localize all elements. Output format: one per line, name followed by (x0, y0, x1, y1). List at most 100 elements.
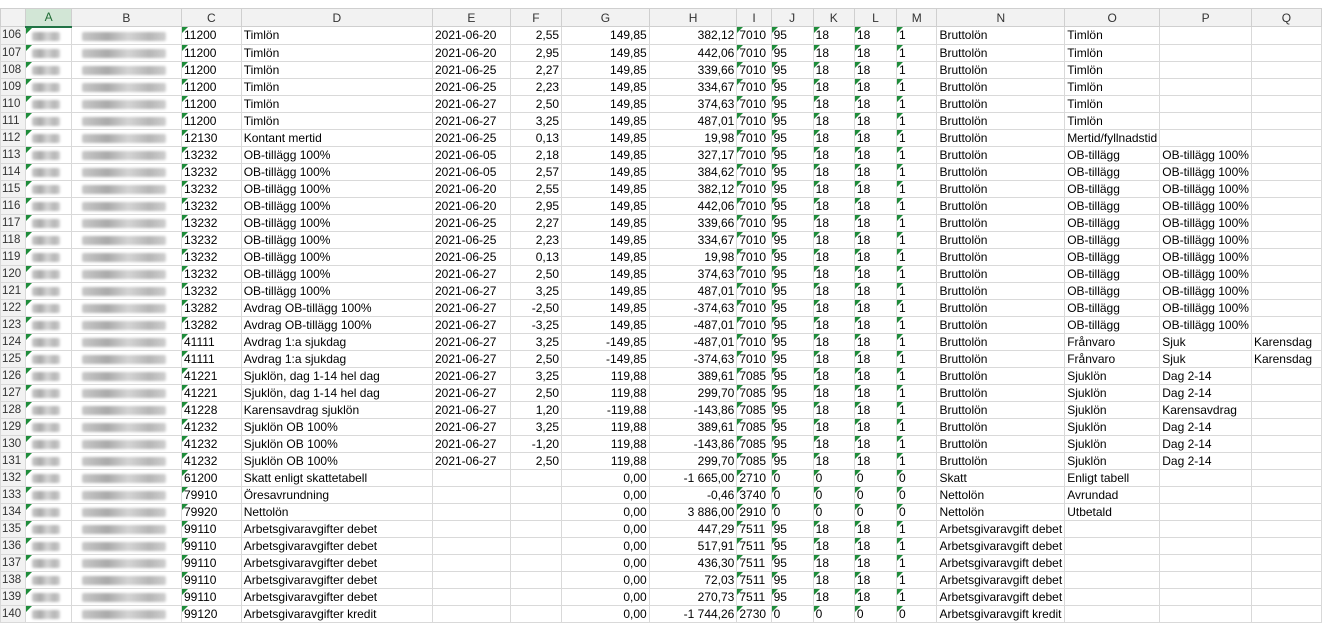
cell-q[interactable] (1250, 315, 1322, 334)
cell-e[interactable]: 2021-06-27 (431, 417, 511, 436)
cell-l[interactable]: 18 (853, 383, 897, 402)
cell-d[interactable]: Avdrag OB-tillägg 100% (240, 298, 433, 317)
row-header[interactable]: 120 (0, 264, 27, 283)
row-header[interactable]: 114 (0, 162, 27, 181)
cell-d[interactable]: Timlön (240, 111, 433, 130)
cell-c[interactable]: 13232 (181, 281, 242, 300)
cell-b-redacted[interactable] (70, 179, 183, 198)
cell-h[interactable]: -487,01 (648, 332, 738, 351)
cell-p[interactable]: OB-tillägg 100% (1159, 145, 1252, 164)
cell-i[interactable]: 7010 (736, 315, 772, 334)
cell-c[interactable]: 13232 (181, 162, 242, 181)
cell-c[interactable]: 99110 (181, 536, 242, 555)
column-header-c[interactable]: C (181, 8, 242, 27)
cell-k[interactable]: 18 (812, 145, 855, 164)
cell-m[interactable]: 1 (895, 264, 938, 283)
row-header[interactable]: 116 (0, 196, 27, 215)
cell-a-redacted[interactable] (25, 162, 72, 181)
cell-g[interactable]: 149,85 (561, 43, 650, 62)
cell-f[interactable] (509, 468, 563, 487)
cell-q[interactable]: Karensdag (1250, 332, 1322, 351)
cell-b-redacted[interactable] (70, 519, 183, 538)
cell-k[interactable]: 18 (812, 519, 855, 538)
cell-e[interactable] (431, 604, 511, 623)
cell-g[interactable]: 0,00 (561, 570, 650, 589)
cell-e[interactable]: 2021-06-27 (431, 366, 511, 385)
cell-l[interactable]: 0 (853, 485, 897, 504)
cell-m[interactable]: 0 (895, 604, 938, 623)
row-header[interactable]: 111 (0, 111, 27, 130)
cell-j[interactable]: 95 (770, 366, 814, 385)
cell-p[interactable] (1159, 26, 1252, 45)
cell-f[interactable]: 2,50 (509, 94, 563, 113)
cell-p[interactable]: Dag 2-14 (1159, 417, 1252, 436)
cell-o[interactable]: OB-tillägg (1064, 264, 1161, 283)
cell-f[interactable]: 2,50 (509, 451, 563, 470)
row-header[interactable]: 122 (0, 298, 27, 317)
cell-f[interactable] (509, 553, 563, 572)
cell-b-redacted[interactable] (70, 383, 183, 402)
cell-p[interactable]: Dag 2-14 (1159, 434, 1252, 453)
cell-g[interactable]: 149,85 (561, 111, 650, 130)
column-header-d[interactable]: D (240, 8, 433, 27)
cell-g[interactable]: 0,00 (561, 502, 650, 521)
cell-q[interactable] (1250, 247, 1322, 266)
cell-h[interactable]: 72,03 (648, 570, 738, 589)
row-header[interactable]: 112 (0, 128, 27, 147)
cell-q[interactable] (1250, 230, 1322, 249)
cell-b-redacted[interactable] (70, 417, 183, 436)
cell-b-redacted[interactable] (70, 281, 183, 300)
cell-o[interactable]: OB-tillägg (1064, 145, 1161, 164)
cell-l[interactable]: 18 (853, 536, 897, 555)
cell-m[interactable]: 1 (895, 383, 938, 402)
row-header[interactable]: 132 (0, 468, 27, 487)
cell-c[interactable]: 41221 (181, 366, 242, 385)
cell-e[interactable]: 2021-06-25 (431, 213, 511, 232)
cell-j[interactable]: 95 (770, 213, 814, 232)
cell-p[interactable] (1159, 60, 1252, 79)
cell-q[interactable] (1250, 179, 1322, 198)
cell-j[interactable]: 0 (770, 468, 814, 487)
cell-m[interactable]: 1 (895, 247, 938, 266)
cell-m[interactable]: 1 (895, 315, 938, 334)
cell-k[interactable]: 18 (812, 179, 855, 198)
cell-l[interactable]: 18 (853, 26, 897, 45)
cell-p[interactable] (1159, 485, 1252, 504)
cell-m[interactable]: 1 (895, 570, 938, 589)
cell-m[interactable]: 1 (895, 349, 938, 368)
cell-a-redacted[interactable] (25, 94, 72, 113)
cell-a-redacted[interactable] (25, 349, 72, 368)
cell-g[interactable]: 149,85 (561, 145, 650, 164)
cell-l[interactable]: 18 (853, 128, 897, 147)
cell-m[interactable]: 1 (895, 60, 938, 79)
cell-k[interactable]: 18 (812, 298, 855, 317)
select-all-corner[interactable] (0, 8, 27, 27)
cell-e[interactable]: 2021-06-25 (431, 77, 511, 96)
cell-i[interactable]: 7085 (736, 434, 772, 453)
cell-a-redacted[interactable] (25, 417, 72, 436)
cell-g[interactable]: 149,85 (561, 298, 650, 317)
cell-n[interactable]: Bruttolön (936, 145, 1066, 164)
cell-d[interactable]: Arbetsgivaravgifter debet (240, 570, 433, 589)
cell-o[interactable]: Timlön (1064, 94, 1161, 113)
cell-h[interactable]: -487,01 (648, 315, 738, 334)
cell-i[interactable]: 7010 (736, 298, 772, 317)
cell-d[interactable]: Sjuklön, dag 1-14 hel dag (240, 366, 433, 385)
cell-i[interactable]: 7010 (736, 145, 772, 164)
cell-f[interactable]: 3,25 (509, 366, 563, 385)
cell-f[interactable]: 2,55 (509, 179, 563, 198)
cell-l[interactable]: 0 (853, 502, 897, 521)
cell-j[interactable]: 95 (770, 196, 814, 215)
cell-g[interactable]: -149,85 (561, 349, 650, 368)
cell-o[interactable]: Sjuklön (1064, 383, 1161, 402)
cell-d[interactable]: Timlön (240, 43, 433, 62)
cell-p[interactable]: OB-tillägg 100% (1159, 281, 1252, 300)
cell-i[interactable]: 7010 (736, 349, 772, 368)
cell-e[interactable]: 2021-06-27 (431, 400, 511, 419)
row-header[interactable]: 136 (0, 536, 27, 555)
cell-p[interactable]: OB-tillägg 100% (1159, 247, 1252, 266)
cell-j[interactable]: 95 (770, 264, 814, 283)
cell-n[interactable]: Nettolön (936, 485, 1066, 504)
cell-f[interactable]: 3,25 (509, 417, 563, 436)
row-header[interactable]: 123 (0, 315, 27, 334)
